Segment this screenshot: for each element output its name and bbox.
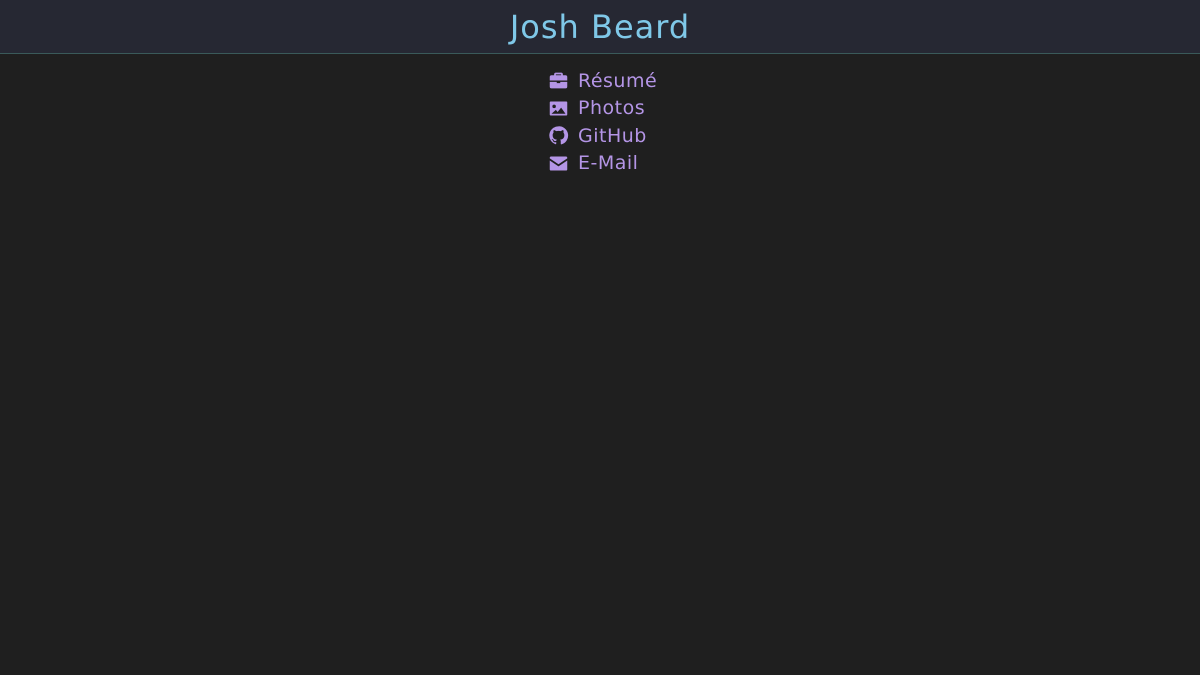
photos-link-label: Photos bbox=[578, 97, 646, 120]
github-link-label: GitHub bbox=[578, 124, 647, 147]
resume-link[interactable]: Résumé bbox=[548, 67, 657, 95]
site-header: Josh Beard bbox=[0, 0, 1200, 54]
email-link[interactable]: E-Mail bbox=[548, 150, 657, 178]
resume-link-label: Résumé bbox=[578, 69, 658, 92]
links-list: Résumé Photos GitHub E-Mail bbox=[548, 67, 657, 177]
photos-link[interactable]: Photos bbox=[548, 95, 657, 123]
briefcase-icon bbox=[548, 70, 569, 91]
page-title: Josh Beard bbox=[509, 7, 691, 46]
github-icon bbox=[548, 125, 569, 146]
github-link[interactable]: GitHub bbox=[548, 122, 657, 150]
envelope-icon bbox=[548, 153, 569, 174]
image-icon bbox=[548, 98, 569, 119]
email-link-label: E-Mail bbox=[578, 152, 639, 175]
